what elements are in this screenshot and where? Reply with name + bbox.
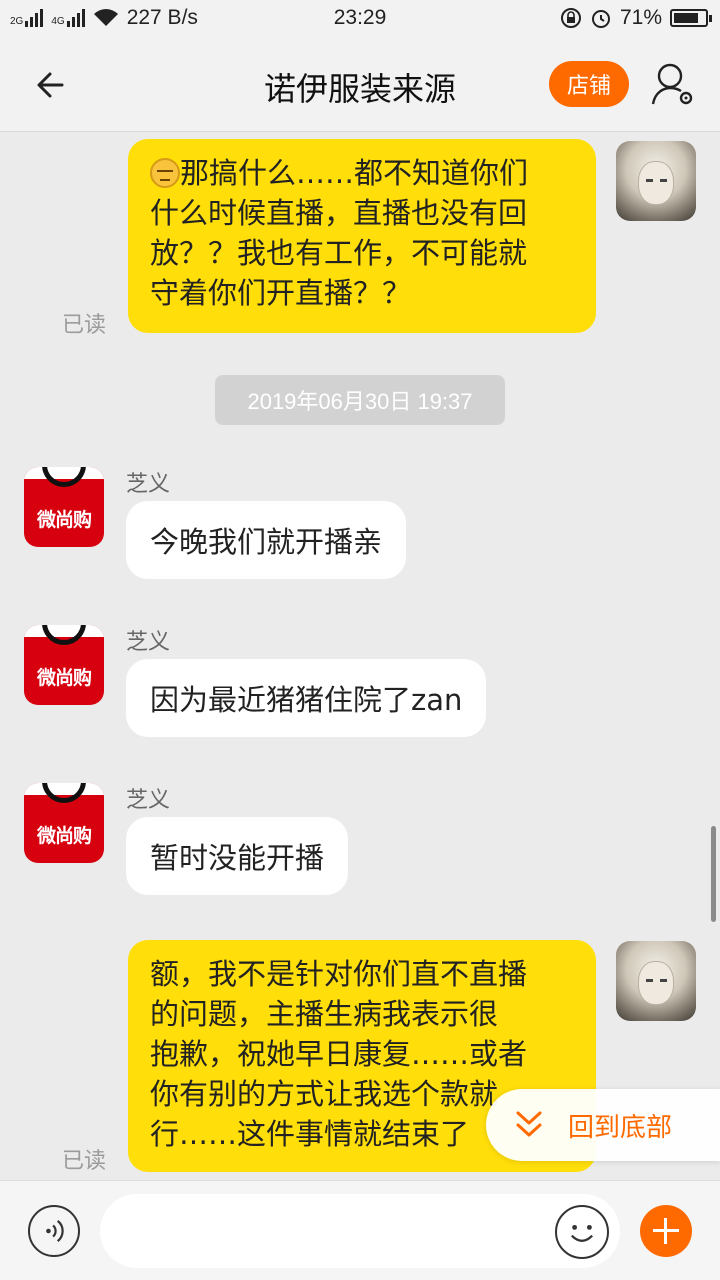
my-avatar[interactable]	[616, 141, 696, 221]
scrollbar[interactable]	[711, 826, 716, 922]
my-avatar[interactable]	[616, 941, 696, 1021]
battery-percent: 71%	[619, 6, 662, 29]
emoji-icon[interactable]	[555, 1205, 609, 1259]
chat-header: 诺伊服装来源 店铺	[0, 38, 720, 132]
scroll-to-bottom-label: 回到底部	[568, 1112, 673, 1143]
shop-avatar[interactable]: 微尚购	[24, 467, 104, 547]
scroll-to-bottom-button[interactable]: 回到底部	[486, 1089, 720, 1161]
input-bar	[0, 1180, 720, 1280]
plus-icon[interactable]	[640, 1205, 692, 1257]
message-bubble-incoming[interactable]: 因为最近猪猪住院了zan	[126, 659, 487, 737]
voice-icon[interactable]	[28, 1205, 80, 1257]
shop-avatar[interactable]: 微尚购	[24, 783, 104, 863]
profile-settings-icon[interactable]	[650, 60, 696, 110]
shop-button[interactable]: 店铺	[549, 61, 629, 107]
message-bubble-incoming[interactable]: 暂时没能开播	[126, 817, 349, 895]
message-list[interactable]: 那搞什么……都不知道你们 什么时候直播，直播也没有回 放？？我也有工作，不可能就…	[0, 133, 720, 1180]
message-input[interactable]	[100, 1194, 620, 1268]
message-bubble-outgoing[interactable]: 那搞什么……都不知道你们 什么时候直播，直播也没有回 放？？我也有工作，不可能就…	[128, 139, 596, 333]
message-bubble-incoming[interactable]: 今晚我们就开播亲	[126, 501, 407, 579]
double-chevron-down-icon	[516, 1111, 542, 1137]
sender-name: 芝义	[126, 788, 171, 813]
clock: 23:29	[333, 6, 387, 29]
shop-avatar[interactable]: 微尚购	[24, 625, 104, 705]
status-bar: 2G 4G 227 B/s 23:29 71%	[0, 0, 720, 38]
sender-name: 芝义	[126, 472, 171, 497]
unamused-emoji-icon	[150, 158, 180, 188]
sender-name: 芝义	[126, 630, 171, 655]
timestamp-divider: 2019年06月30日 19:37	[215, 375, 505, 425]
read-receipt: 已读	[62, 1149, 107, 1174]
read-receipt: 已读	[62, 313, 107, 338]
lock-rotation-icon	[560, 8, 581, 28]
battery-icon	[670, 9, 712, 27]
alarm-icon	[591, 10, 610, 28]
